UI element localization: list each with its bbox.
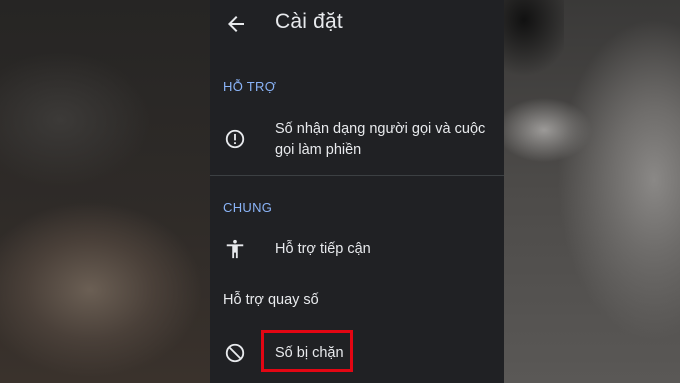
settings-item-blocked-numbers[interactable]: Số bị chặn [210, 333, 504, 373]
section-header-general: CHUNG [223, 200, 273, 215]
highlight-box [261, 330, 353, 372]
settings-item-label: Hỗ trợ tiếp cận [275, 241, 371, 257]
settings-panel: Cài đặt HỖ TRỢ Số nhận dạng người gọi và… [210, 0, 504, 383]
settings-item-label: Số nhận dạng người gọi và cuộc gọi làm p… [275, 121, 486, 158]
screenshot-stage: Cài đặt HỖ TRỢ Số nhận dạng người gọi và… [0, 0, 680, 383]
info-circle-icon [225, 129, 245, 149]
settings-item-accessibility[interactable]: Hỗ trợ tiếp cận [210, 230, 504, 270]
blurred-background-shadow [504, 0, 564, 120]
settings-item-caller-id-spam[interactable]: Số nhận dạng người gọi và cuộc gọi làm p… [210, 115, 504, 165]
blurred-background-left [0, 0, 210, 383]
settings-item-dialing-assistance[interactable]: Hỗ trợ quay số [210, 282, 504, 320]
page-title: Cài đặt [275, 10, 343, 33]
settings-item-label: Hỗ trợ quay số [223, 292, 319, 308]
arrow-back-icon [228, 16, 244, 32]
section-header-support: HỖ TRỢ [223, 79, 277, 94]
block-icon [225, 343, 245, 363]
accessibility-icon [226, 239, 244, 259]
back-button[interactable] [224, 12, 248, 36]
app-bar: Cài đặt [210, 0, 504, 50]
section-divider [210, 175, 504, 176]
